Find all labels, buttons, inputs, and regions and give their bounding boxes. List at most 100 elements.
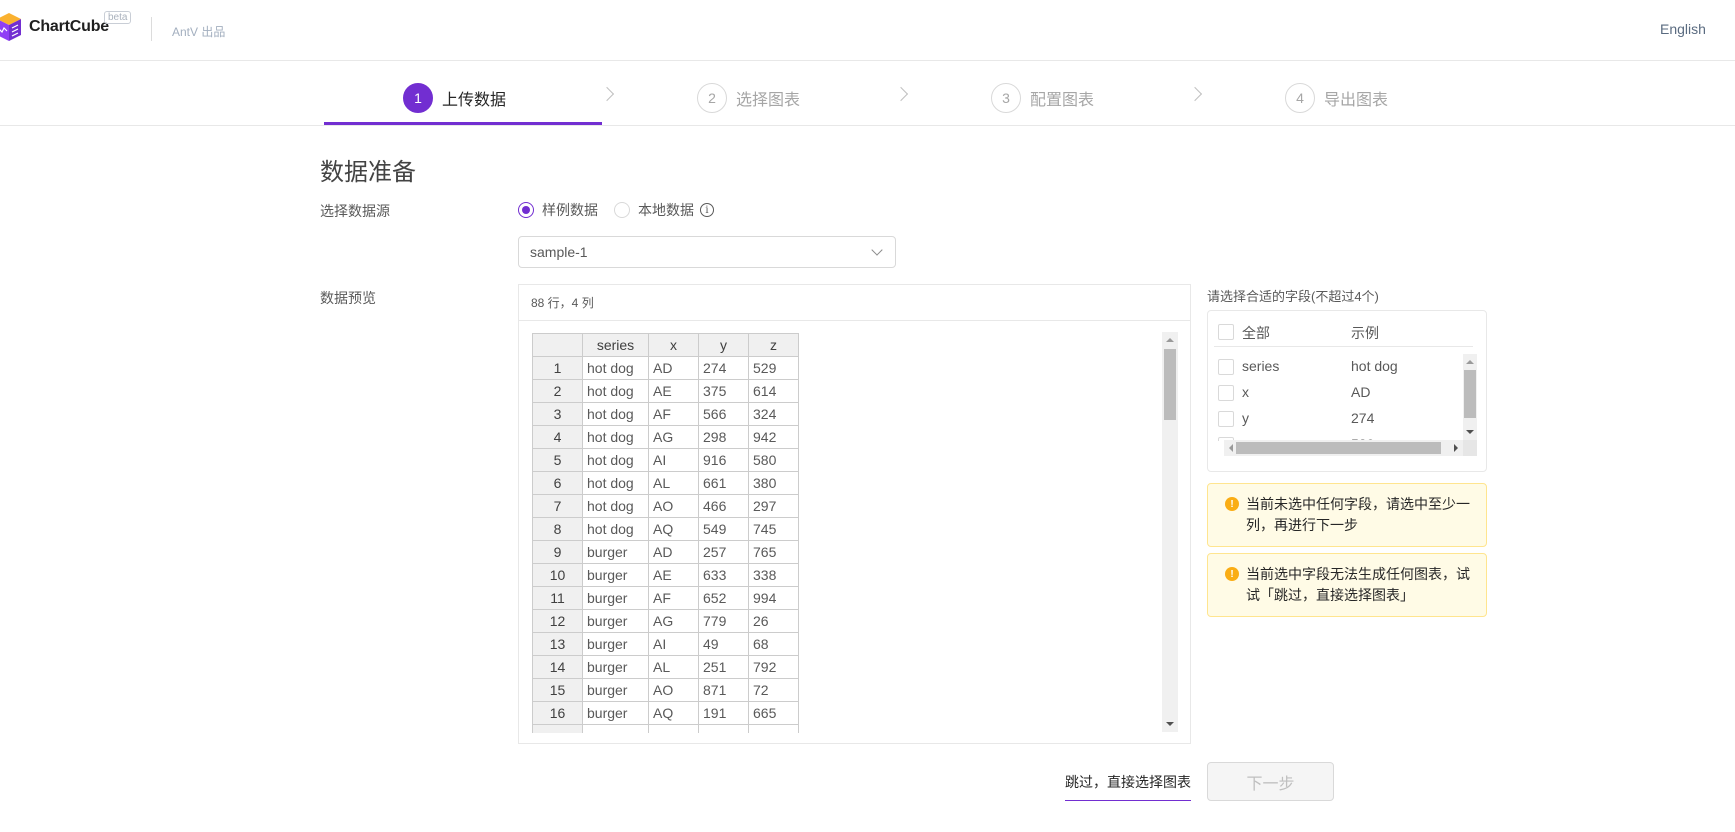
table-cell[interactable]: 298 — [698, 425, 749, 449]
step-export-chart[interactable]: 4 导出图表 — [1285, 83, 1388, 113]
field-item[interactable]: x AD — [1218, 384, 1463, 409]
table-cell[interactable]: AF — [648, 402, 699, 426]
table-cell[interactable]: burger — [582, 609, 649, 633]
table-cell[interactable]: 49 — [698, 632, 749, 656]
table-cell[interactable]: AE — [648, 563, 699, 587]
scroll-left-arrow-icon[interactable] — [1229, 444, 1233, 452]
table-cell[interactable]: burger — [582, 655, 649, 679]
table-cell[interactable]: 338 — [748, 563, 799, 587]
table-cell[interactable]: AE — [648, 379, 699, 403]
table-cell[interactable]: 26 — [748, 609, 799, 633]
table-cell[interactable]: AI — [648, 632, 699, 656]
table-cell[interactable]: burger — [582, 540, 649, 564]
table-cell[interactable]: 661 — [698, 471, 749, 495]
table-cell[interactable]: hot dog — [582, 379, 649, 403]
table-cell[interactable]: 375 — [698, 379, 749, 403]
table-cell[interactable]: AL — [648, 655, 699, 679]
table-cell[interactable]: AI — [648, 448, 699, 472]
table-cell[interactable]: 942 — [748, 425, 799, 449]
table-cell[interactable]: burger — [582, 678, 649, 702]
field-list-vertical-scrollbar[interactable] — [1463, 354, 1477, 440]
radio-checked-indicator[interactable] — [518, 202, 534, 218]
table-cell[interactable]: burger — [582, 586, 649, 610]
info-icon[interactable]: i — [700, 203, 714, 217]
table-cell[interactable]: 68 — [748, 632, 799, 656]
table-cell[interactable]: 614 — [748, 379, 799, 403]
scroll-right-arrow-icon[interactable] — [1454, 444, 1458, 452]
table-cell[interactable]: 72 — [748, 678, 799, 702]
data-grid[interactable]: series x y z 1 hot dog AD 274 529 2 hot dog AE 3… — [532, 333, 1152, 733]
table-cell[interactable]: AO — [648, 494, 699, 518]
table-cell[interactable]: AO — [648, 678, 699, 702]
radio-sample-data[interactable]: 样例数据 — [518, 200, 598, 220]
field-checkbox[interactable] — [1218, 359, 1234, 375]
table-cell[interactable]: burger — [582, 563, 649, 587]
field-item[interactable]: y 274 — [1218, 410, 1463, 435]
scroll-up-arrow-icon[interactable] — [1466, 360, 1474, 364]
table-cell[interactable]: AQ — [648, 517, 699, 541]
table-cell[interactable]: 652 — [698, 586, 749, 610]
table-cell[interactable]: AD — [648, 356, 699, 380]
table-cell[interactable]: AL — [648, 471, 699, 495]
language-switch[interactable]: English — [1660, 21, 1706, 37]
next-step-button[interactable]: 下一步 — [1207, 762, 1334, 801]
table-cell[interactable]: 916 — [698, 448, 749, 472]
table-cell[interactable]: 324 — [748, 402, 799, 426]
radio-local-data[interactable]: 本地数据 — [614, 200, 694, 220]
table-cell[interactable]: 251 — [698, 655, 749, 679]
table-cell[interactable]: 549 — [698, 517, 749, 541]
table-cell[interactable]: hot dog — [582, 402, 649, 426]
column-header[interactable]: y — [698, 333, 749, 357]
table-cell[interactable]: 792 — [748, 655, 799, 679]
table-cell[interactable]: 274 — [698, 356, 749, 380]
field-item[interactable]: series hot dog — [1218, 358, 1463, 383]
table-cell[interactable]: 257 — [698, 540, 749, 564]
table-cell[interactable]: hot dog — [582, 448, 649, 472]
scroll-up-arrow-icon[interactable] — [1166, 338, 1174, 342]
table-cell[interactable]: AD — [648, 540, 699, 564]
table-cell[interactable]: 994 — [748, 586, 799, 610]
scrollbar-thumb[interactable] — [1164, 349, 1176, 420]
column-header[interactable]: z — [748, 333, 799, 357]
scrollbar-thumb[interactable] — [1236, 442, 1441, 454]
table-cell[interactable]: 580 — [748, 448, 799, 472]
table-cell[interactable]: AQ — [648, 701, 699, 725]
column-header[interactable]: x — [648, 333, 699, 357]
table-cell[interactable]: hot dog — [582, 471, 649, 495]
table-cell[interactable]: AG — [648, 609, 699, 633]
step-select-chart[interactable]: 2 选择图表 — [697, 83, 800, 113]
table-cell[interactable]: 529 — [748, 356, 799, 380]
table-cell[interactable]: 297 — [748, 494, 799, 518]
radio-unchecked-indicator[interactable] — [614, 202, 630, 218]
table-cell[interactable]: 745 — [748, 517, 799, 541]
step-configure-chart[interactable]: 3 配置图表 — [991, 83, 1094, 113]
field-checkbox[interactable] — [1218, 385, 1234, 401]
table-cell[interactable]: hot dog — [582, 425, 649, 449]
column-header[interactable]: series — [582, 333, 649, 357]
field-checkbox[interactable] — [1218, 411, 1234, 427]
scrollbar-thumb[interactable] — [1464, 370, 1476, 418]
step-upload-data[interactable]: 1 上传数据 — [403, 83, 506, 113]
antv-subtitle[interactable]: AntV 出品 — [172, 23, 225, 40]
table-cell[interactable]: 765 — [748, 540, 799, 564]
skip-to-select-chart-link[interactable]: 跳过，直接选择图表 — [1065, 772, 1191, 801]
table-cell[interactable]: 633 — [698, 563, 749, 587]
scroll-down-arrow-icon[interactable] — [1166, 722, 1174, 726]
table-cell[interactable]: hot dog — [582, 517, 649, 541]
table-cell[interactable]: 566 — [698, 402, 749, 426]
table-cell[interactable]: AF — [648, 586, 699, 610]
select-all-checkbox[interactable] — [1218, 324, 1234, 340]
table-cell[interactable]: 466 — [698, 494, 749, 518]
table-cell[interactable]: 871 — [698, 678, 749, 702]
table-cell[interactable]: hot dog — [582, 494, 649, 518]
table-cell[interactable]: AG — [648, 425, 699, 449]
table-cell[interactable]: 380 — [748, 471, 799, 495]
table-cell[interactable]: hot dog — [582, 356, 649, 380]
table-cell[interactable]: 191 — [698, 701, 749, 725]
table-cell[interactable]: burger — [582, 701, 649, 725]
preview-vertical-scrollbar[interactable] — [1162, 332, 1178, 732]
scroll-down-arrow-icon[interactable] — [1466, 430, 1474, 434]
field-list-horizontal-scrollbar[interactable] — [1224, 440, 1463, 456]
sample-dataset-select[interactable]: sample-1 — [518, 236, 896, 268]
table-cell[interactable]: 779 — [698, 609, 749, 633]
